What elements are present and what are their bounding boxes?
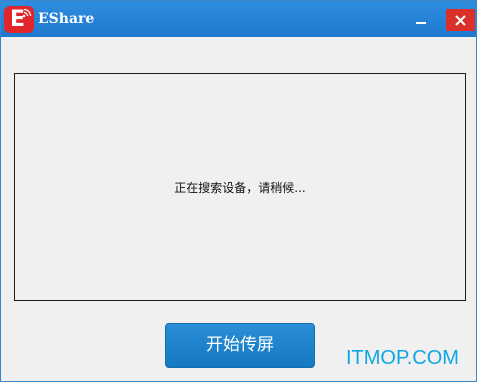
close-button[interactable] <box>446 9 475 31</box>
device-search-panel: 正在搜索设备，请稍候... <box>14 73 466 301</box>
start-screen-share-button[interactable]: 开始传屏 <box>165 323 315 368</box>
eshare-window: E EShare 正在搜索设备，请稍候... 开始传屏 ITMOP.COM <box>0 0 477 382</box>
search-status-text: 正在搜索设备，请稍候... <box>174 181 306 195</box>
minimize-button[interactable] <box>406 10 436 30</box>
close-icon <box>455 15 466 26</box>
minimize-icon <box>416 22 426 24</box>
watermark-text: ITMOP.COM <box>346 347 459 369</box>
title-bar[interactable]: E EShare <box>1 1 476 37</box>
window-title: EShare <box>38 11 95 27</box>
eshare-logo-icon: E <box>4 6 34 33</box>
start-button-label: 开始传屏 <box>206 335 274 355</box>
wifi-signal-icon <box>22 8 32 18</box>
